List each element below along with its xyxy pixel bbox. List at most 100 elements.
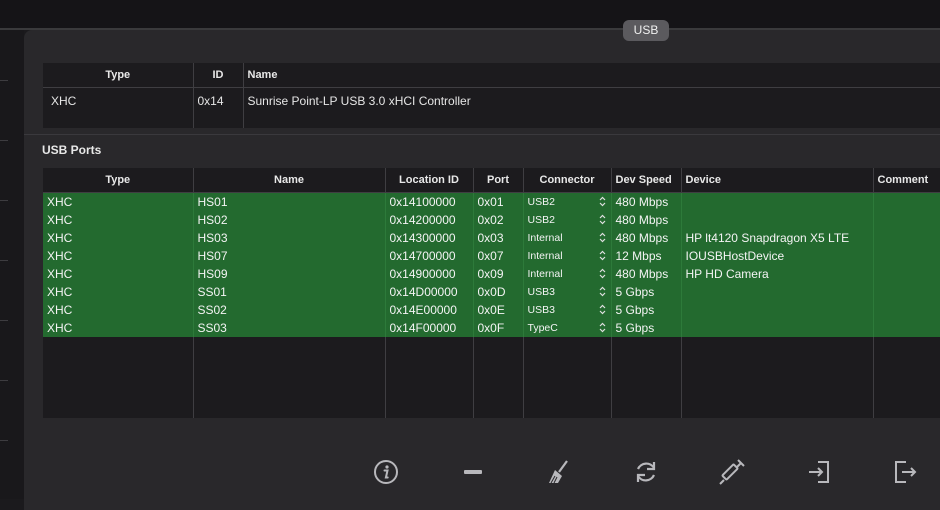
port-type-cell: XHC	[43, 301, 194, 319]
table-empty-area	[43, 337, 940, 418]
port-connector-select[interactable]: USB3	[523, 301, 612, 319]
port-speed-text: 12 Mbps	[615, 249, 662, 263]
sidebar-tick	[0, 80, 8, 81]
sidebar-tick	[0, 320, 8, 321]
port-connector-select[interactable]: TypeC	[523, 319, 612, 337]
sidebar-tick	[0, 380, 8, 381]
table-row[interactable]: XHC HS02 0x14200000 0x02 USB2 480 Mbps	[43, 211, 940, 229]
port-connector-select[interactable]: USB2	[523, 211, 612, 229]
port-location-id-cell: 0x14700000	[385, 247, 474, 265]
port-comment-cell[interactable]	[873, 211, 940, 229]
empty-cell	[43, 337, 194, 418]
port-number-cell: 0x01	[473, 192, 524, 211]
port-connector-text: Internal	[527, 232, 563, 244]
port-number-text: 0x07	[477, 249, 504, 263]
port-connector-text: Internal	[527, 268, 563, 280]
port-number-text: 0x0F	[477, 321, 505, 335]
column-header-name[interactable]: Name	[243, 63, 940, 88]
table-row[interactable]: XHC HS09 0x14900000 0x09 Internal 480 Mbps HP …	[43, 265, 940, 283]
refresh-icon[interactable]	[632, 458, 660, 486]
port-speed-cell: 480 Mbps	[611, 229, 682, 247]
port-comment-cell[interactable]	[873, 229, 940, 247]
port-number-cell: 0x09	[473, 265, 524, 283]
port-comment-cell[interactable]	[873, 247, 940, 265]
column-header-id[interactable]: ID	[193, 63, 244, 88]
table-row[interactable]: XHC SS02 0x14E00000 0x0E USB3 5 Gbps	[43, 301, 940, 319]
port-number-text: 0x0E	[477, 303, 505, 317]
port-type-cell: XHC	[43, 283, 194, 301]
syringe-icon[interactable]	[718, 458, 746, 486]
column-header-type[interactable]: Type	[43, 63, 194, 88]
port-type-text: XHC	[47, 249, 73, 263]
remove-icon[interactable]	[459, 458, 487, 486]
port-speed-cell: 5 Gbps	[611, 283, 682, 301]
port-comment-cell[interactable]	[873, 301, 940, 319]
port-device-cell	[681, 192, 874, 211]
export-icon[interactable]	[891, 458, 919, 486]
column-header-location-id[interactable]: Location ID	[385, 168, 474, 193]
usb-ports-table: Type Name Location ID Port Connector Dev…	[43, 168, 940, 418]
column-header-type[interactable]: Type	[43, 168, 194, 193]
table-row[interactable]: XHC HS03 0x14300000 0x03 Internal 480 Mbps HP …	[43, 229, 940, 247]
port-speed-cell: 480 Mbps	[611, 192, 682, 211]
port-device-cell: HP lt4120 Snapdragon X5 LTE	[681, 229, 874, 247]
column-header-device[interactable]: Device	[681, 168, 874, 193]
port-connector-text: TypeC	[527, 322, 558, 334]
port-speed-text: 5 Gbps	[615, 321, 655, 335]
controllers-table: Type ID Name XHC 0x14 Sunrise Point-LP U…	[43, 63, 940, 128]
port-name-text: HS09	[197, 267, 228, 281]
column-header-port[interactable]: Port	[473, 168, 524, 193]
port-name-text: SS01	[197, 285, 227, 299]
port-number-cell: 0x02	[473, 211, 524, 229]
port-connector-text: Internal	[527, 250, 563, 262]
port-number-text: 0x03	[477, 231, 504, 245]
port-type-text: XHC	[47, 321, 73, 335]
empty-cell	[873, 337, 940, 418]
table-row[interactable]: XHC HS01 0x14100000 0x01 USB2 480 Mbps	[43, 192, 940, 211]
broom-icon[interactable]	[545, 458, 573, 486]
port-number-text: 0x02	[477, 213, 504, 227]
port-number-cell: 0x0D	[473, 283, 524, 301]
port-number-cell: 0x07	[473, 247, 524, 265]
port-connector-text: USB2	[527, 196, 555, 208]
info-icon[interactable]	[372, 458, 400, 486]
port-connector-select[interactable]: USB3	[523, 283, 612, 301]
port-name-cell: HS01	[193, 192, 386, 211]
section-divider	[24, 134, 940, 135]
port-connector-select[interactable]: Internal	[523, 229, 612, 247]
port-connector-select[interactable]: USB2	[523, 192, 612, 211]
port-connector-select[interactable]: Internal	[523, 247, 612, 265]
table-row[interactable]: XHC SS03 0x14F00000 0x0F TypeC 5 Gbps	[43, 319, 940, 337]
port-number-cell: 0x03	[473, 229, 524, 247]
chevron-up-down-icon	[599, 286, 606, 297]
sidebar-tick	[0, 140, 8, 141]
controller-row[interactable]: XHC 0x14 Sunrise Point-LP USB 3.0 xHCI C…	[43, 87, 940, 128]
port-name-cell: HS09	[193, 265, 386, 283]
column-header-dev-speed[interactable]: Dev Speed	[611, 168, 682, 193]
column-header-comment[interactable]: Comment	[873, 168, 940, 193]
import-icon[interactable]	[805, 458, 833, 486]
port-number-text: 0x0D	[477, 285, 506, 299]
port-location-id-cell: 0x14900000	[385, 265, 474, 283]
sidebar-tick	[0, 260, 8, 261]
sidebar-strip	[0, 30, 24, 499]
port-comment-cell[interactable]	[873, 319, 940, 337]
column-header-connector[interactable]: Connector	[523, 168, 612, 193]
port-device-text: HP lt4120 Snapdragon X5 LTE	[685, 231, 850, 245]
tab-usb[interactable]: USB	[623, 20, 669, 41]
port-type-cell: XHC	[43, 192, 194, 211]
port-location-id-text: 0x14900000	[389, 267, 456, 281]
port-connector-select[interactable]: Internal	[523, 265, 612, 283]
table-row[interactable]: XHC SS01 0x14D00000 0x0D USB3 5 Gbps	[43, 283, 940, 301]
port-type-text: XHC	[47, 285, 73, 299]
port-device-cell	[681, 319, 874, 337]
table-row[interactable]: XHC HS07 0x14700000 0x07 Internal 12 Mbps IOUS…	[43, 247, 940, 265]
port-comment-cell[interactable]	[873, 192, 940, 211]
port-device-cell	[681, 301, 874, 319]
port-speed-text: 480 Mbps	[615, 267, 669, 281]
port-connector-text: USB2	[527, 214, 555, 226]
column-header-name[interactable]: Name	[193, 168, 386, 193]
port-number-cell: 0x0E	[473, 301, 524, 319]
port-comment-cell[interactable]	[873, 265, 940, 283]
port-comment-cell[interactable]	[873, 283, 940, 301]
